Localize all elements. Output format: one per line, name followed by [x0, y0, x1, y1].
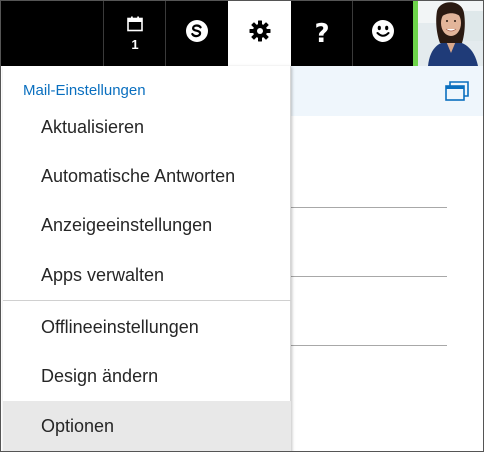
top-bar: 1 ?: [1, 1, 483, 66]
menu-item-label: Automatische Antworten: [41, 165, 236, 186]
skype-button[interactable]: [166, 1, 228, 66]
settings-menu: Mail-Einstellungen Aktualisieren Automat…: [3, 66, 291, 451]
menu-item-label: Optionen: [41, 415, 115, 436]
calendar-icon: [127, 16, 143, 37]
menu-item-label: Anzeigeeinstellungen: [41, 214, 213, 235]
app-window: 1 ? Mail-Einstellungen Aktualisieren Aut…: [0, 0, 484, 452]
user-avatar[interactable]: [418, 1, 483, 66]
menu-item-label: Apps verwalten: [41, 264, 165, 285]
menu-heading: Mail-Einstellungen: [23, 82, 146, 99]
menu-item-label: Aktualisieren: [41, 116, 145, 137]
calendar-button[interactable]: 1: [104, 1, 166, 66]
popout-window-icon[interactable]: [445, 81, 469, 101]
calendar-day: 1: [131, 36, 139, 52]
feedback-button[interactable]: [353, 1, 413, 66]
content-divider: [291, 276, 447, 277]
menu-item-options[interactable]: Optionen: [3, 401, 291, 451]
menu-item-label: Offlineeinstellungen: [41, 316, 199, 337]
question-icon: ?: [314, 18, 330, 49]
menu-item-manage-apps[interactable]: Apps verwalten: [3, 250, 291, 300]
help-button[interactable]: ?: [291, 1, 353, 66]
menu-item-label: Design ändern: [41, 365, 159, 386]
smiley-icon: [371, 19, 395, 48]
menu-divider: [3, 300, 291, 301]
gear-icon: [249, 20, 271, 47]
menu-item-display-settings[interactable]: Anzeigeeinstellungen: [3, 200, 291, 250]
menu-item-change-theme[interactable]: Design ändern: [3, 351, 291, 401]
settings-button[interactable]: [228, 1, 291, 66]
content-divider: [291, 345, 447, 346]
skype-icon: [184, 18, 210, 49]
content-divider: [291, 207, 447, 208]
menu-item-refresh[interactable]: Aktualisieren: [3, 102, 291, 152]
menu-item-offline-settings[interactable]: Offlineeinstellungen: [3, 302, 291, 352]
menu-item-automatic-replies[interactable]: Automatische Antworten: [3, 151, 291, 201]
